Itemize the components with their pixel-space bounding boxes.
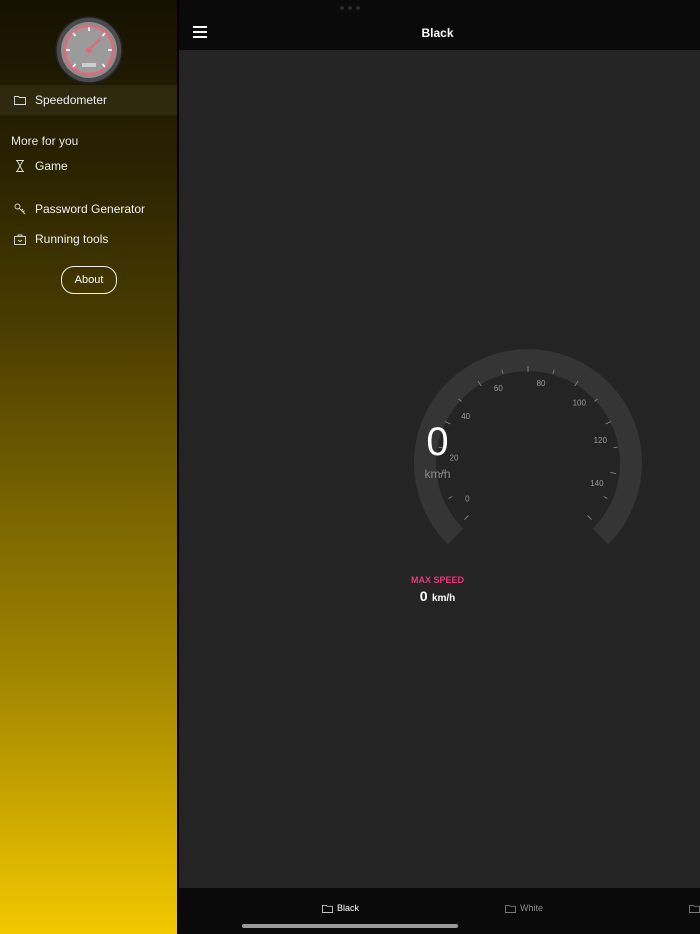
page-title: Black bbox=[421, 26, 454, 40]
sidebar-item-label: Password Generator bbox=[35, 202, 146, 216]
gauge-tick-label: 100 bbox=[573, 399, 587, 408]
gauge-tick bbox=[603, 496, 608, 499]
tab-white[interactable]: White bbox=[505, 900, 543, 916]
sidebar-item-running-tools[interactable]: Running tools bbox=[0, 224, 177, 254]
max-speed-value: 0 bbox=[419, 588, 428, 604]
section-label-more-for-you: More for you bbox=[11, 134, 79, 148]
hourglass-icon bbox=[13, 160, 26, 173]
max-speed-label: MAX SPEED bbox=[410, 575, 464, 585]
app-screen: Speedometer More for you Game Password G… bbox=[0, 0, 700, 934]
tab-label: White bbox=[520, 903, 544, 913]
folder-icon bbox=[322, 904, 333, 913]
folder-icon bbox=[689, 904, 700, 913]
current-speed-unit: km/h bbox=[424, 467, 451, 481]
toolbox-icon bbox=[13, 233, 26, 246]
top-bar bbox=[179, 0, 700, 50]
about-button[interactable]: About bbox=[61, 266, 117, 294]
sidebar-item-password-generator[interactable]: Password Generator bbox=[0, 194, 177, 224]
multitask-dots bbox=[340, 6, 360, 10]
tab-more[interactable] bbox=[689, 900, 700, 916]
folder-icon bbox=[505, 904, 516, 913]
sidebar-item-label: Speedometer bbox=[35, 93, 108, 107]
gauge-tick-label: 0 bbox=[465, 494, 470, 503]
folder-icon bbox=[13, 94, 26, 107]
key-icon bbox=[13, 203, 26, 216]
gauge-tick-label: 60 bbox=[494, 384, 503, 393]
gauge-tick bbox=[448, 496, 453, 499]
tab-label: Black bbox=[337, 903, 360, 913]
sidebar-item-label: Game bbox=[35, 159, 68, 173]
sidebar-item-game[interactable]: Game bbox=[0, 151, 177, 181]
sidebar-item-speedometer[interactable]: Speedometer bbox=[0, 85, 177, 115]
gauge-tick bbox=[464, 515, 469, 520]
gauge-tick-label: 80 bbox=[537, 379, 546, 388]
home-indicator[interactable] bbox=[242, 924, 458, 928]
max-speed-unit: km/h bbox=[431, 593, 456, 604]
max-speed-readout: 0 km/h bbox=[0, 588, 700, 606]
gauge-tick bbox=[587, 515, 592, 520]
current-speed-value: 0 bbox=[426, 420, 449, 464]
sidebar-item-label: Running tools bbox=[35, 232, 109, 246]
tab-black[interactable]: Black bbox=[322, 900, 359, 916]
